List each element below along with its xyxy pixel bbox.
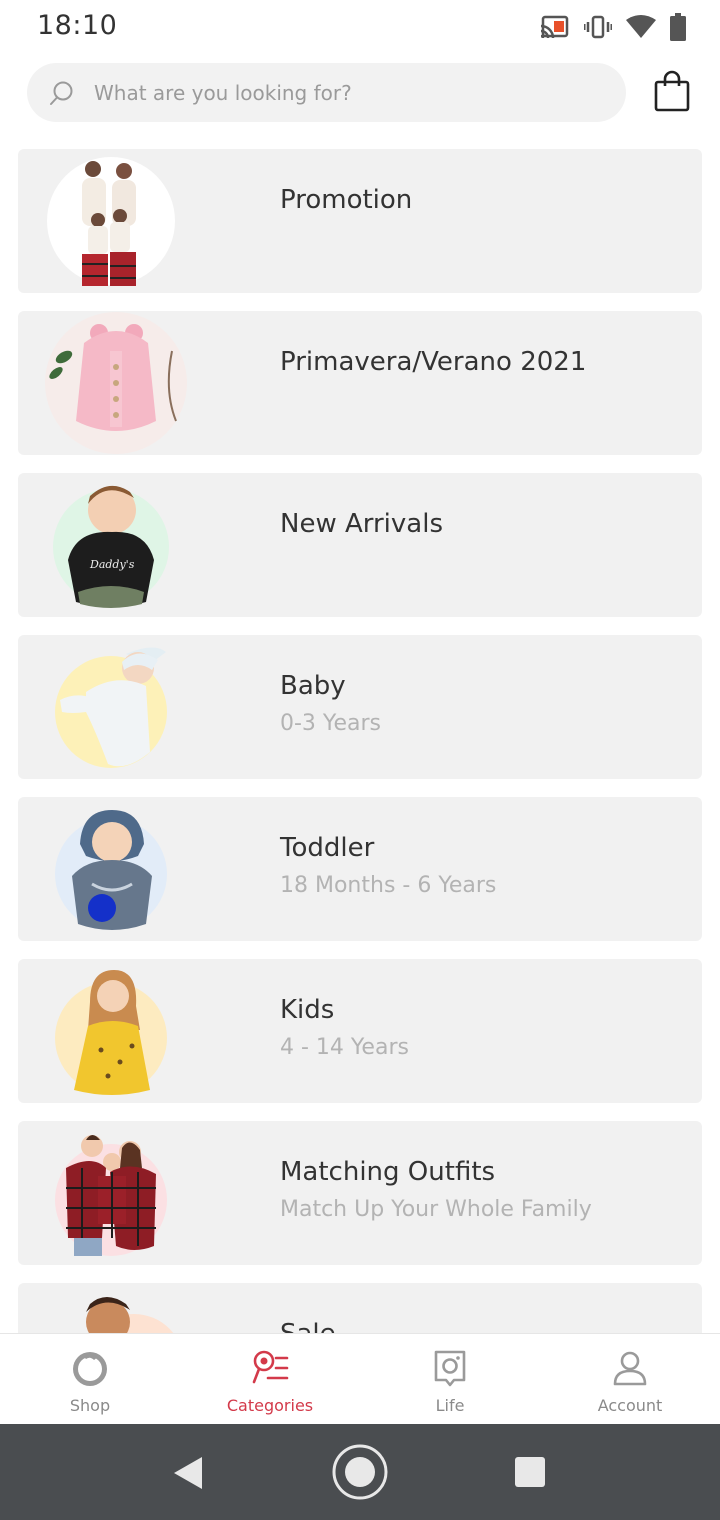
search-box[interactable]: [27, 63, 626, 122]
nav-label-life: Life: [435, 1396, 465, 1415]
system-navigation-bar: [0, 1424, 720, 1520]
search-icon: [50, 81, 73, 105]
nav-tab-account[interactable]: Account: [540, 1334, 720, 1425]
category-title: Matching Outfits: [280, 1157, 496, 1187]
category-subtitle: 0-3 Years: [280, 711, 381, 736]
recents-icon[interactable]: [514, 1456, 546, 1488]
nav-label-account: Account: [597, 1396, 663, 1415]
svg-text:Daddy's: Daddy's: [89, 558, 135, 571]
category-title: Sale: [280, 1319, 336, 1333]
category-list: Promotion Primavera/Verano 2021 Daddy's …: [18, 149, 702, 1333]
category-title: Promotion: [280, 185, 413, 215]
status-bar: 18:10: [0, 0, 720, 54]
category-card-toddler[interactable]: Toddler 18 Months - 6 Years: [18, 797, 702, 941]
nav-tab-shop[interactable]: Shop: [0, 1334, 180, 1425]
nav-tab-categories[interactable]: Categories: [180, 1334, 360, 1425]
category-card-promotion[interactable]: Promotion: [18, 149, 702, 293]
category-card-new-arrivals[interactable]: Daddy's New Arrivals: [18, 473, 702, 617]
account-icon: [613, 1351, 647, 1386]
category-subtitle: 18 Months - 6 Years: [280, 873, 497, 898]
cast-icon: [540, 15, 569, 39]
category-card-kids[interactable]: Kids 4 - 14 Years: [18, 959, 702, 1103]
search-input[interactable]: [94, 63, 604, 122]
category-title: Primavera/Verano 2021: [280, 347, 587, 377]
category-subtitle: 4 - 14 Years: [280, 1035, 409, 1060]
category-title: Kids: [280, 995, 335, 1025]
wifi-icon: [626, 15, 656, 38]
category-card-primavera-verano-2021[interactable]: Primavera/Verano 2021: [18, 311, 702, 455]
category-image-kids: [55, 970, 167, 1095]
nav-label-categories: Categories: [226, 1396, 314, 1415]
bottom-navigation: Shop Categories Life Account: [0, 1333, 720, 1424]
category-card-baby[interactable]: Baby 0-3 Years: [18, 635, 702, 779]
category-image-primavera: [45, 312, 187, 454]
shop-icon: [73, 1352, 107, 1386]
status-time: 18:10: [37, 10, 118, 41]
vibrate-icon: [584, 15, 612, 39]
category-image-sale: [86, 1297, 174, 1333]
category-image-toddler: [55, 810, 167, 930]
category-image-matching-outfits: [55, 1135, 167, 1256]
back-icon[interactable]: [172, 1456, 204, 1490]
category-image-promotion: [47, 157, 175, 286]
category-title: Toddler: [280, 833, 375, 863]
category-image-new-arrivals: Daddy's: [53, 485, 169, 608]
life-icon: [434, 1350, 466, 1387]
nav-tab-life[interactable]: Life: [360, 1334, 540, 1425]
category-image-baby: [55, 647, 167, 768]
categories-icon: [252, 1350, 289, 1384]
nav-label-shop: Shop: [69, 1396, 111, 1415]
cart-button[interactable]: [652, 70, 694, 114]
category-card-matching-outfits[interactable]: Matching Outfits Match Up Your Whole Fam…: [18, 1121, 702, 1265]
home-icon[interactable]: [330, 1442, 390, 1502]
status-icons: [540, 12, 686, 42]
category-subtitle: Match Up Your Whole Family: [280, 1197, 592, 1222]
category-card-sale[interactable]: Sale: [18, 1283, 702, 1333]
category-title: Baby: [280, 671, 346, 701]
category-title: New Arrivals: [280, 509, 443, 539]
battery-icon: [670, 13, 686, 41]
shopping-bag-icon: [654, 70, 690, 112]
